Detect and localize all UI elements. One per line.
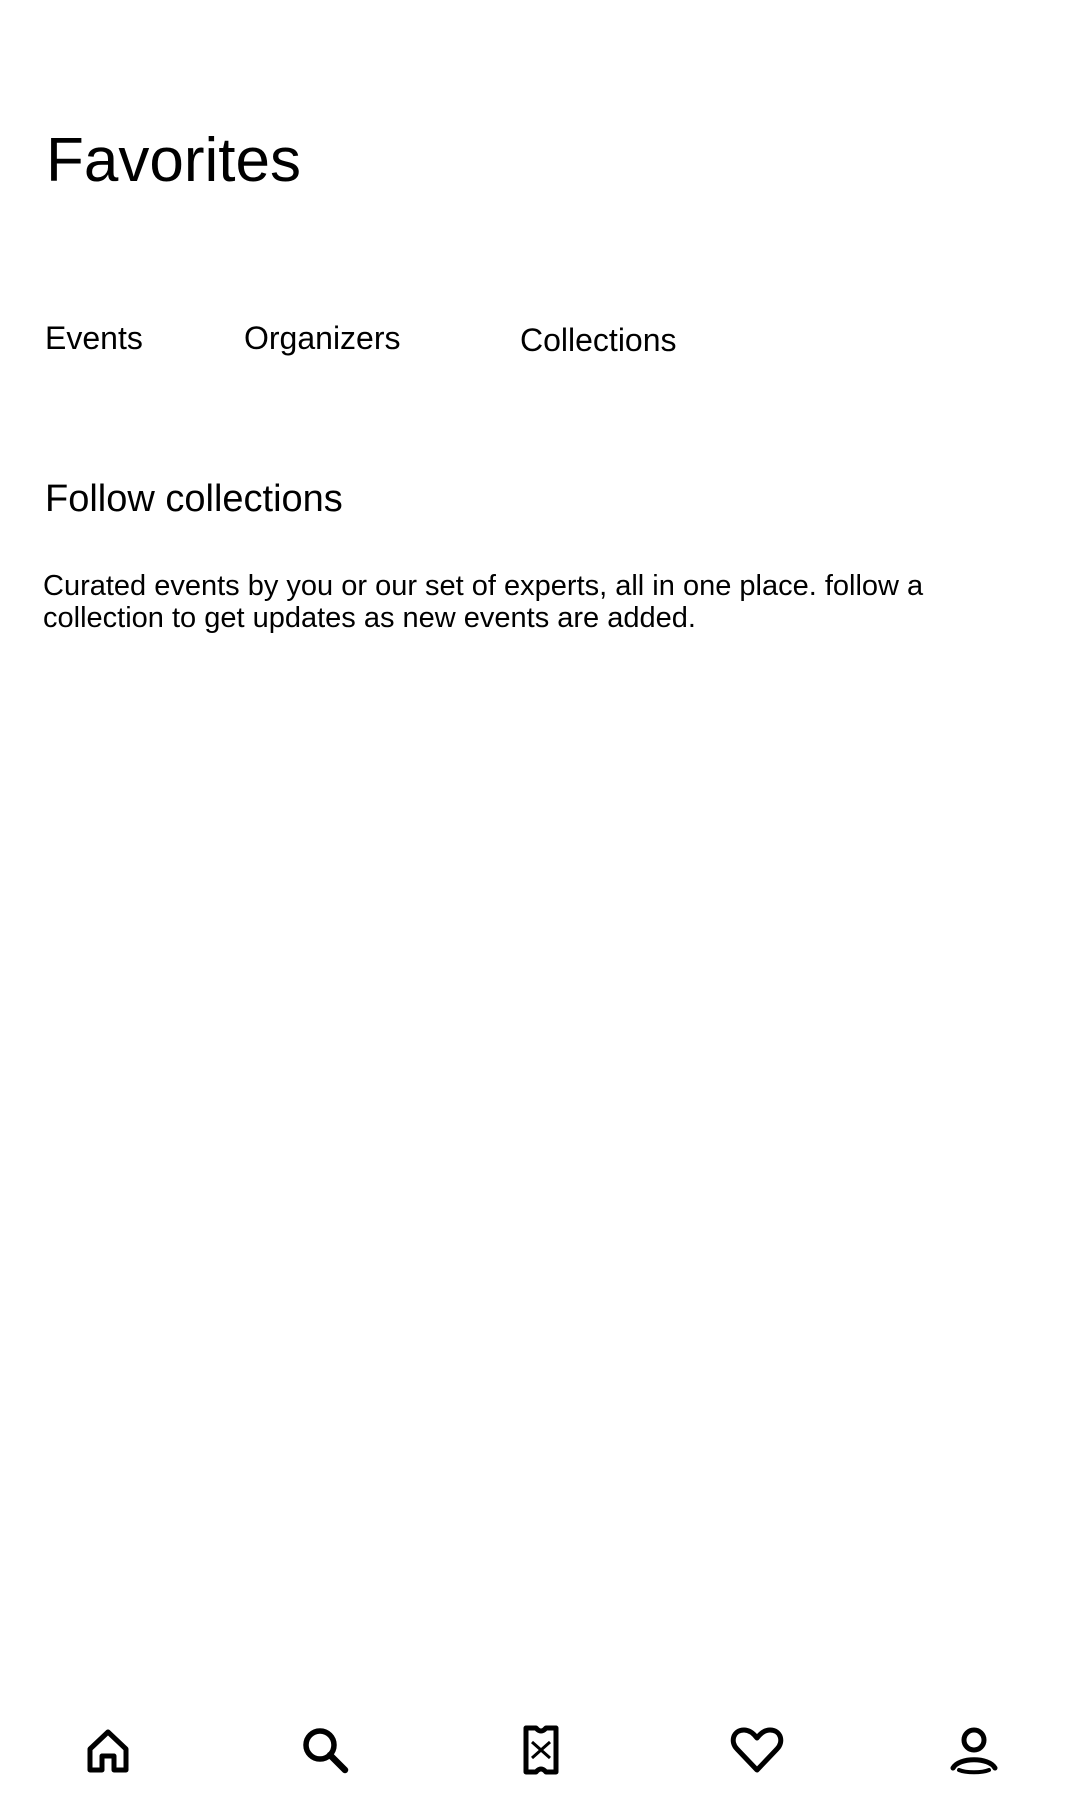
nav-likes-button[interactable] [727, 1720, 787, 1780]
heart-icon [730, 1727, 784, 1773]
favorites-tabs: Events Organizers Collections [0, 322, 1080, 372]
tab-events[interactable]: Events [45, 322, 143, 354]
bottom-navigation [0, 1700, 1080, 1800]
search-icon [303, 1728, 349, 1774]
section-heading: Follow collections [45, 478, 343, 520]
nav-search-button[interactable] [295, 1720, 355, 1780]
nav-tickets-button[interactable] [511, 1720, 571, 1780]
profile-icon [950, 1727, 998, 1775]
tab-collections[interactable]: Collections [520, 324, 677, 356]
home-icon [87, 1729, 129, 1773]
nav-home-button[interactable] [78, 1720, 138, 1780]
page-title: Favorites [46, 126, 301, 195]
section-description: Curated events by you or our set of expe… [43, 570, 924, 634]
tab-organizers[interactable]: Organizers [244, 322, 401, 354]
ticket-icon [523, 1725, 559, 1775]
nav-profile-button[interactable] [944, 1720, 1004, 1780]
